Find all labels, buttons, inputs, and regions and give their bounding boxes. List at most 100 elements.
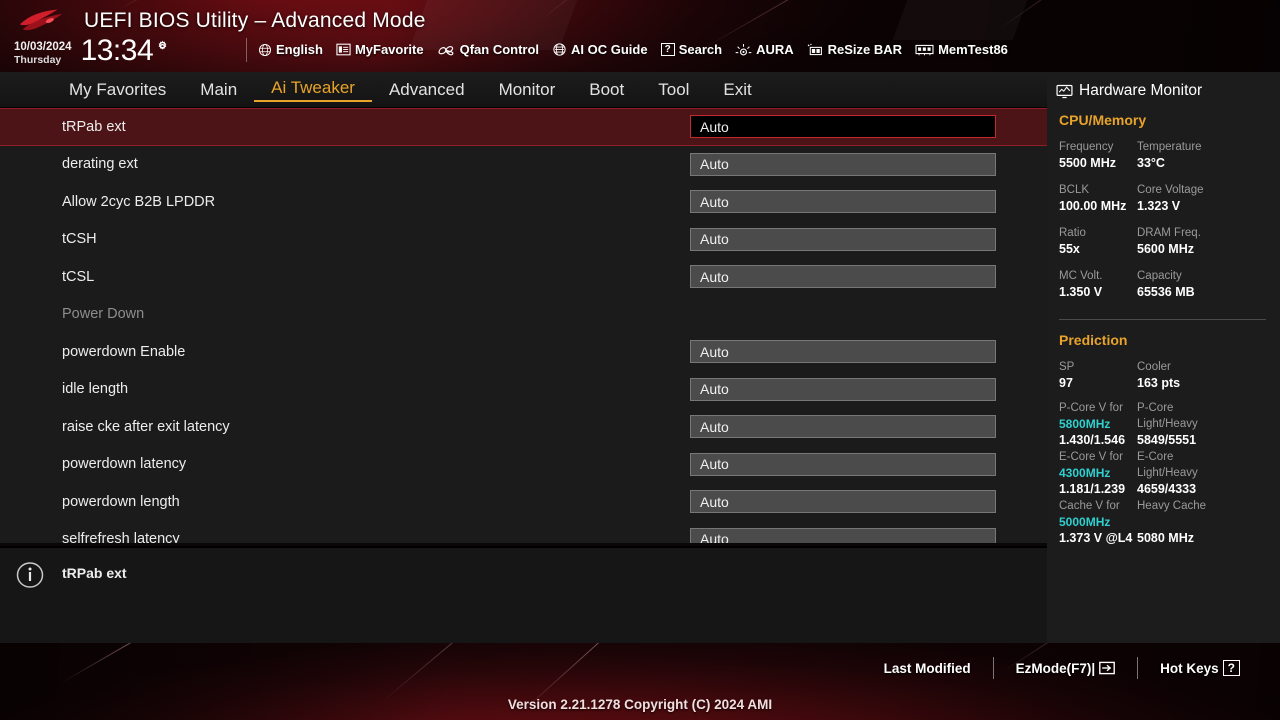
settings-row[interactable]: powerdown Enable Auto: [0, 333, 1047, 371]
hw-key: E-Core: [1137, 451, 1174, 463]
monitor-icon: [1056, 84, 1073, 98]
hw-detail-key-right: P-Core Light/Heavy: [1137, 400, 1280, 432]
tool-memtest86[interactable]: MemTest86: [915, 42, 1008, 57]
settings-row[interactable]: tRPab ext Auto: [0, 108, 1047, 146]
nav-item-monitor[interactable]: Monitor: [482, 80, 573, 100]
current-date: 10/03/2024: [14, 41, 72, 53]
settings-row-value-field[interactable]: Auto: [690, 377, 996, 401]
settings-row-value-field[interactable]: Auto: [690, 152, 996, 176]
scrollbar-track[interactable]: [1033, 108, 1037, 543]
hw-prediction-detail-grid: P-Core V for 5800MHz P-Core Light/Heavy 1.43…: [1047, 400, 1280, 547]
hw-detail-key-left: Cache V for 5000MHz: [1059, 498, 1137, 530]
tool-qfan-control[interactable]: Qfan Control: [437, 42, 539, 57]
settings-row[interactable]: tCSH Auto: [0, 221, 1047, 259]
nav-item-exit[interactable]: Exit: [706, 80, 768, 100]
memory-module-icon: [915, 44, 934, 56]
hw-key: Ratio: [1059, 227, 1086, 239]
settings-row-value-field[interactable]: Auto: [690, 527, 996, 543]
footer-link-label: Last Modified: [883, 660, 971, 676]
hw-value: 1.373 V @L4: [1059, 531, 1133, 545]
nav-item-boot[interactable]: Boot: [572, 80, 641, 100]
hw-value: 5500 MHz: [1059, 156, 1116, 170]
globe-icon: [258, 43, 272, 56]
settings-row-value-field[interactable]: Auto: [690, 115, 996, 139]
hw-key: BCLK: [1059, 184, 1090, 196]
hw-key-frequency: 5000MHz: [1059, 515, 1111, 529]
hw-key: Light/Heavy: [1137, 467, 1198, 479]
hw-key: Heavy Cache: [1137, 500, 1207, 512]
hw-key: Cache V for: [1059, 500, 1120, 512]
ezmode-button[interactable]: EzMode(F7)|: [994, 661, 1138, 676]
footer-link-label: Hot Keys: [1160, 660, 1219, 676]
settings-row[interactable]: powerdown latency Auto: [0, 446, 1047, 484]
hw-key: P-Core: [1137, 402, 1174, 414]
hw-value: 163 pts: [1137, 376, 1181, 390]
tool-myfavorite[interactable]: MyFavorite: [336, 42, 424, 57]
hot-keys-button[interactable]: Hot Keys ?: [1138, 660, 1262, 676]
settings-row-label: powerdown latency: [62, 456, 187, 473]
tool-label: MyFavorite: [354, 42, 424, 57]
version-text: Version 2.21.1278 Copyright (C) 2024 AMI: [507, 697, 773, 712]
settings-row-value-field[interactable]: Auto: [690, 190, 996, 214]
settings-row-value-field[interactable]: Auto: [690, 452, 996, 476]
nav-item-my-favorites[interactable]: My Favorites: [52, 80, 183, 100]
nav-item-advanced[interactable]: Advanced: [372, 80, 482, 100]
hw-value: 33°C: [1137, 156, 1165, 170]
settings-row[interactable]: raise cke after exit latency Auto: [0, 408, 1047, 446]
help-text: tRPab ext: [62, 565, 127, 581]
hw-key-frequency: 4300MHz: [1059, 466, 1111, 480]
settings-row[interactable]: Allow 2cyc B2B LPDDR Auto: [0, 183, 1047, 221]
settings-row-label: selfrefresh latency: [62, 531, 180, 543]
hw-key: Cooler: [1137, 361, 1171, 373]
hw-key: DRAM Freq.: [1137, 227, 1201, 239]
gear-icon[interactable]: [155, 39, 170, 54]
tool-label: Qfan Control: [459, 42, 540, 57]
tool-english[interactable]: English: [258, 42, 323, 57]
last-modified-button[interactable]: Last Modified: [862, 661, 993, 676]
hw-value: 4659/4333: [1137, 482, 1197, 496]
page-title: UEFI BIOS Utility – Advanced Mode: [84, 9, 426, 32]
tool-label: AI OC Guide: [571, 42, 648, 57]
tool-search[interactable]: ? Search: [660, 42, 722, 57]
settings-row[interactable]: selfrefresh latency Auto: [0, 521, 1047, 543]
settings-row[interactable]: powerdown length Auto: [0, 483, 1047, 521]
current-time: 13:34: [80, 34, 154, 67]
hw-cpu-memory-grid: Frequency Temperature 5500 MHz 33°C BCLK Core…: [1047, 139, 1280, 311]
app-footer: Last Modified EzMode(F7)| Hot Keys ? Ver…: [0, 643, 1280, 720]
settings-row-label: Allow 2cyc B2B LPDDR: [62, 193, 216, 210]
footer-streak: [379, 643, 641, 704]
header-streak: [119, 0, 262, 9]
settings-row-value-field[interactable]: Auto: [690, 490, 996, 514]
hw-key-frequency: 5800MHz: [1059, 417, 1111, 431]
nav-item-ai-tweaker[interactable]: Ai Tweaker: [254, 78, 372, 102]
settings-row-value-field[interactable]: Auto: [690, 227, 996, 251]
header-toolbar: English MyFavorite Qfan Control AI OC Gu…: [258, 42, 1008, 57]
settings-row-value-field[interactable]: Auto: [690, 415, 996, 439]
nav-item-main[interactable]: Main: [183, 80, 254, 100]
hw-key: SP: [1059, 361, 1075, 373]
resize-bar-icon: [807, 43, 822, 55]
hw-key: Core Voltage: [1137, 184, 1204, 196]
settings-row[interactable]: idle length Auto: [0, 371, 1047, 409]
arrow-into-box-icon: [1099, 661, 1116, 675]
tool-ai-oc-guide[interactable]: AI OC Guide: [552, 42, 648, 57]
settings-row-value-field[interactable]: Auto: [690, 265, 996, 289]
nav-item-tool[interactable]: Tool: [641, 80, 706, 100]
settings-group-header: Power Down: [0, 296, 1047, 334]
hw-key: MC Volt.: [1059, 270, 1103, 282]
question-box-icon: ?: [660, 43, 675, 56]
settings-row[interactable]: tCSL Auto: [0, 258, 1047, 296]
hw-section-cpu-memory: CPU/Memory: [1059, 112, 1147, 128]
tool-aura[interactable]: AURA: [735, 42, 794, 57]
hw-detail-key-left: E-Core V for 4300MHz: [1059, 449, 1137, 481]
settings-row-label: tCSH: [62, 231, 97, 248]
settings-row-label: Power Down: [62, 306, 145, 323]
header-streak: [999, 0, 1247, 29]
settings-row-label: raise cke after exit latency: [62, 418, 230, 435]
tool-resize-bar[interactable]: ReSize BAR: [807, 42, 902, 57]
footer-links: Last Modified EzMode(F7)| Hot Keys ?: [862, 657, 1262, 679]
settings-row-value-field[interactable]: Auto: [690, 340, 996, 364]
settings-row[interactable]: derating ext Auto: [0, 146, 1047, 184]
ai-brain-icon: [553, 43, 566, 56]
hardware-monitor-label: Hardware Monitor: [1079, 82, 1203, 99]
